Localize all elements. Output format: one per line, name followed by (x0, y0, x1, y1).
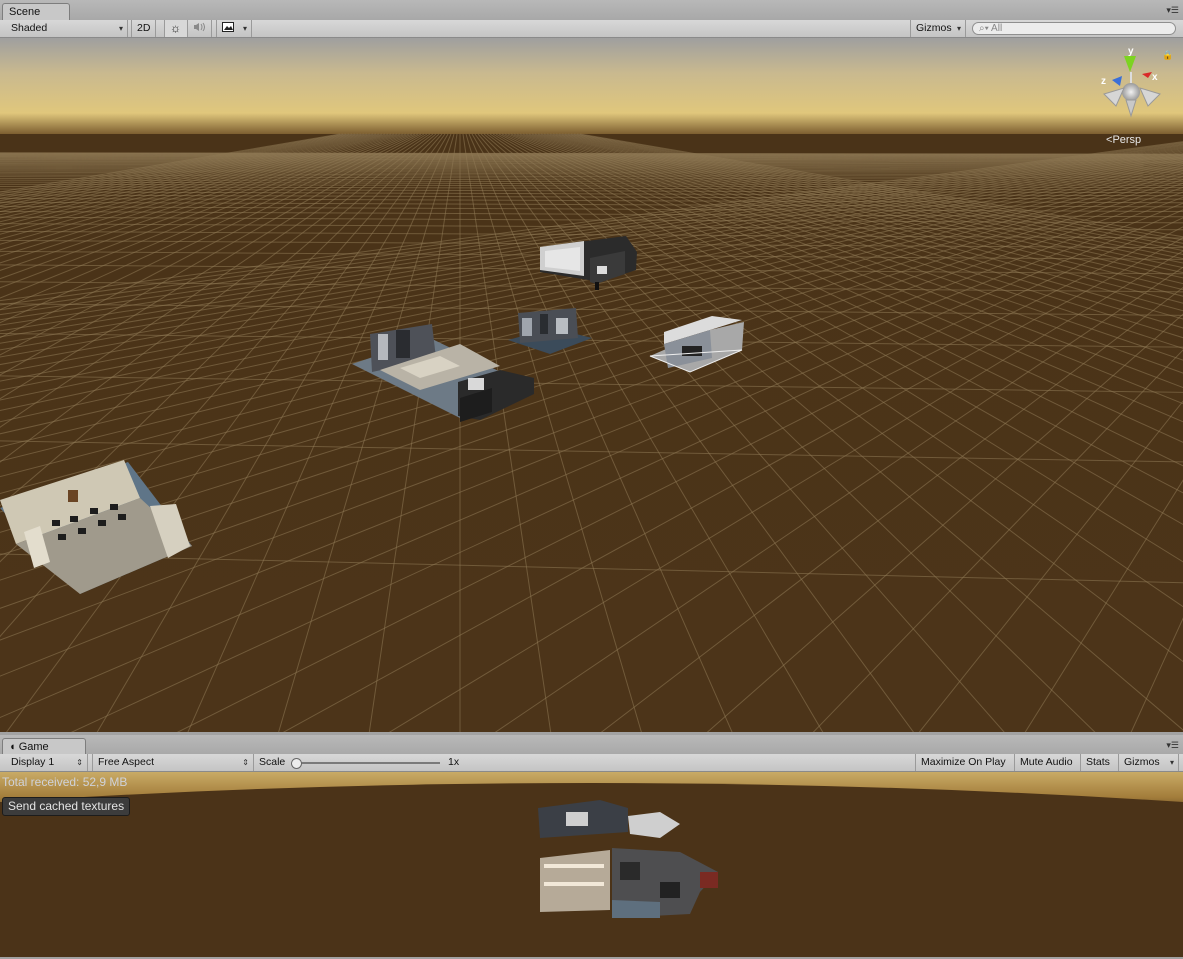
speaker-icon (193, 22, 205, 34)
panel-menu-icon[interactable]: ▾☰ (1166, 741, 1179, 750)
gizmos-label: Gizmos (1124, 756, 1160, 768)
gizmo-y-label: y (1128, 46, 1134, 57)
game-tab-label: Game (18, 741, 49, 753)
aspect-dropdown[interactable]: Free Aspect ⇕ (92, 754, 254, 771)
stats-label: Stats (1086, 756, 1110, 768)
search-icon: ⌕▾ (979, 23, 989, 34)
lock-icon[interactable]: 🔒 (1162, 50, 1173, 60)
aspect-label: Free Aspect (98, 756, 155, 768)
shading-mode-label: Shaded (11, 22, 48, 34)
audio-toggle-button[interactable] (188, 20, 212, 37)
game-tab-bar: ◖ Game ▾☰ (0, 735, 1183, 756)
scene-toolbar: Shaded ▾ 2D ☼ ▾ Gizmos ▾ ⌕▾ All (0, 20, 1183, 38)
maximize-on-play-label: Maximize On Play (921, 756, 1006, 768)
effects-dropdown[interactable]: ▾ (216, 20, 252, 37)
2d-toggle-button[interactable]: 2D (131, 20, 156, 37)
scene-viewport[interactable]: y x z <Persp 🔒 (0, 38, 1183, 732)
mute-audio-toggle[interactable]: Mute Audio (1015, 754, 1081, 771)
scale-value: 1x (448, 756, 460, 768)
gizmo-z-label: z (1101, 76, 1106, 87)
search-placeholder: All (991, 23, 1003, 34)
game-view-render[interactable] (0, 772, 1183, 957)
shading-mode-dropdown[interactable]: Shaded ▾ (6, 20, 128, 37)
game-toolbar: Display 1 ⇕ Free Aspect ⇕ Scale 1x Maxim… (0, 754, 1183, 772)
total-received-label: Total received: 52,9 MB (2, 775, 128, 789)
stats-toggle[interactable]: Stats (1081, 754, 1119, 771)
2d-label: 2D (137, 22, 151, 34)
chevron-updown-icon: ⇕ (76, 758, 83, 767)
display-dropdown[interactable]: Display 1 ⇕ (6, 754, 88, 771)
chevron-down-icon: ▾ (118, 24, 123, 33)
game-gizmos-dropdown[interactable]: Gizmos ▾ (1119, 754, 1179, 771)
scale-label: Scale (259, 756, 286, 768)
image-icon (222, 22, 234, 34)
chevron-down-icon: ▾ (956, 24, 961, 33)
scale-slider-track[interactable] (294, 762, 440, 764)
chevron-updown-icon: ⇕ (242, 758, 249, 767)
scale-slider-thumb[interactable] (291, 758, 302, 769)
game-tab[interactable]: ◖ Game (2, 738, 86, 755)
display-label: Display 1 (11, 756, 55, 768)
lighting-toggle-button[interactable]: ☼ (164, 20, 188, 37)
game-viewport[interactable]: Total received: 52,9 MB Send cached text… (0, 772, 1183, 957)
pacman-icon: ◖ (9, 741, 16, 753)
panel-menu-icon[interactable]: ▾☰ (1166, 6, 1179, 15)
chevron-down-icon: ▾ (1169, 758, 1174, 767)
scene-tab-bar: Scene ▾☰ (0, 0, 1183, 21)
gizmos-label: Gizmos (916, 22, 952, 34)
scene-view-render[interactable]: y x z <Persp 🔒 (0, 38, 1183, 732)
scene-gizmos-dropdown[interactable]: Gizmos ▾ (910, 20, 966, 37)
sun-icon: ☼ (170, 21, 181, 35)
send-cached-textures-button[interactable]: Send cached textures (2, 797, 131, 816)
scale-control: Scale 1x (254, 754, 464, 771)
scene-tab[interactable]: Scene (2, 3, 70, 20)
scene-search-input[interactable]: ⌕▾ All (972, 22, 1176, 35)
chevron-down-icon: ▾ (242, 24, 247, 33)
scene-tab-label: Scene (9, 6, 41, 18)
projection-toggle[interactable]: <Persp (1106, 134, 1141, 146)
mute-audio-label: Mute Audio (1020, 756, 1073, 768)
maximize-on-play-toggle[interactable]: Maximize On Play (915, 754, 1015, 771)
gizmo-x-label: x (1152, 72, 1158, 83)
